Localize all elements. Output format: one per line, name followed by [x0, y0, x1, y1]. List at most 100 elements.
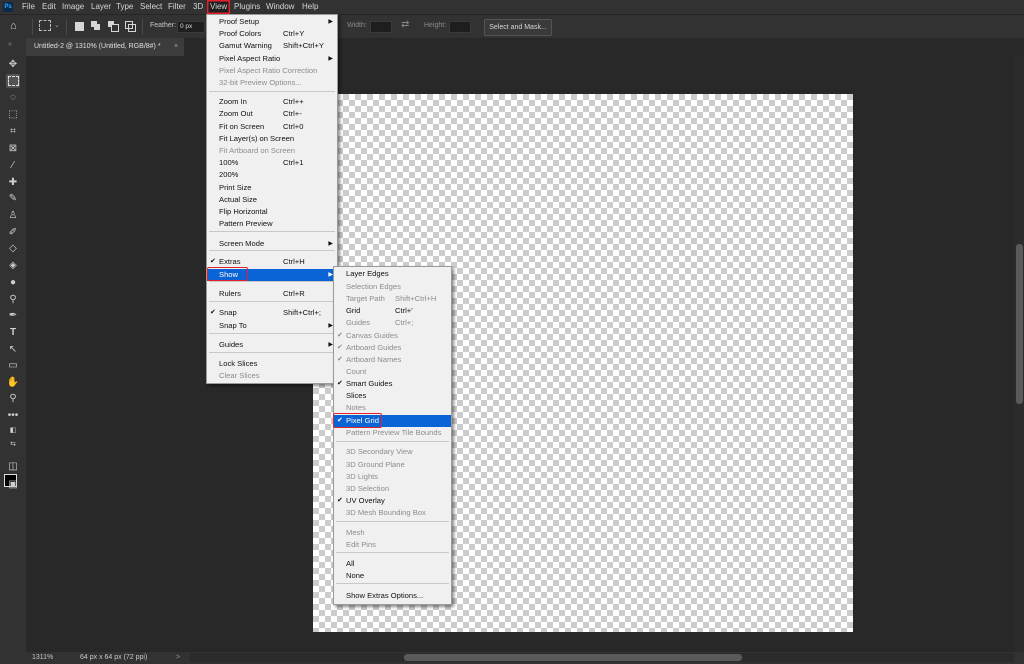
- menu-separator: [209, 250, 335, 251]
- menu-layer[interactable]: Layer: [91, 0, 111, 14]
- menu-separator: [336, 552, 449, 553]
- menu-item-label: 100%: [219, 158, 239, 167]
- menu-item-rulers[interactable]: Rulers Ctrl+R: [207, 288, 337, 300]
- brush-tool-icon[interactable]: ✎: [6, 192, 20, 206]
- object-selection-tool-icon[interactable]: ⬚: [6, 108, 20, 122]
- menu-item-flip-horizontal[interactable]: Flip Horizontal: [207, 206, 337, 218]
- menu-item-snap[interactable]: ✔ Snap Shift+Ctrl+;: [207, 307, 337, 319]
- menu-file[interactable]: File: [22, 0, 35, 14]
- menu-item-fit-layer-s-on-screen[interactable]: Fit Layer(s) on Screen: [207, 133, 337, 145]
- menu-item-none[interactable]: None: [334, 570, 451, 582]
- rectangle-tool-icon[interactable]: ▭: [6, 359, 20, 373]
- menu-item-fit-on-screen[interactable]: Fit on Screen Ctrl+0: [207, 121, 337, 133]
- menu-item-label: Fit Layer(s) on Screen: [219, 134, 295, 143]
- show-submenu: Layer Edges Selection Edges Target Path Shi…: [333, 266, 452, 605]
- menu-item-show-extras-options[interactable]: Show Extras Options...: [334, 590, 451, 602]
- height-input[interactable]: [449, 21, 471, 33]
- menu-item-proof-colors[interactable]: Proof Colors Ctrl+Y: [207, 28, 337, 40]
- paint-bucket-tool-icon[interactable]: ◈: [6, 259, 20, 273]
- menu-item-zoom-out[interactable]: Zoom Out Ctrl+-: [207, 108, 337, 120]
- more-tools-icon[interactable]: •••: [6, 409, 20, 423]
- subtract-selection-icon[interactable]: [108, 21, 119, 32]
- menu-type[interactable]: Type: [116, 0, 133, 14]
- clone-stamp-tool-icon[interactable]: ♙: [6, 209, 20, 223]
- vertical-scroll-thumb[interactable]: [1016, 244, 1023, 404]
- menu-plugins[interactable]: Plugins: [234, 0, 260, 14]
- menu-3d[interactable]: 3D: [193, 0, 203, 14]
- menu-item-layer-edges[interactable]: Layer Edges: [334, 268, 451, 280]
- crop-tool-icon[interactable]: ⌗: [6, 125, 20, 139]
- menu-item-pixel-aspect-ratio[interactable]: Pixel Aspect Ratio ▶: [207, 53, 337, 65]
- menu-filter[interactable]: Filter: [168, 0, 186, 14]
- menu-item-zoom-in[interactable]: Zoom In Ctrl++: [207, 96, 337, 108]
- menu-item-label: Snap To: [219, 321, 247, 330]
- new-selection-icon[interactable]: [75, 22, 84, 31]
- home-icon[interactable]: ⌂: [10, 20, 24, 33]
- menu-item-grid[interactable]: Grid Ctrl+': [334, 305, 451, 317]
- photoshop-logo-icon[interactable]: Ps: [3, 2, 13, 12]
- menu-item-print-size[interactable]: Print Size: [207, 182, 337, 194]
- rect-marquee-preset-icon[interactable]: [39, 20, 51, 31]
- intersect-selection-icon[interactable]: [125, 21, 136, 32]
- menu-item-label: Clear Slices: [219, 371, 260, 380]
- expand-panel-icon[interactable]: »: [3, 38, 17, 52]
- menu-item-uv-overlay[interactable]: ✔ UV Overlay: [334, 495, 451, 507]
- width-input[interactable]: [370, 21, 392, 33]
- lasso-tool-icon[interactable]: ◌: [6, 91, 20, 105]
- screen-mode-icon[interactable]: ▣: [6, 478, 20, 492]
- checkmark-icon: ✔: [337, 356, 343, 363]
- menu-edit[interactable]: Edit: [42, 0, 56, 14]
- menu-select[interactable]: Select: [140, 0, 162, 14]
- history-brush-tool-icon[interactable]: ✐: [6, 226, 20, 240]
- menu-item-slices[interactable]: Slices: [334, 390, 451, 402]
- rect-marquee-tool-icon[interactable]: [6, 74, 20, 88]
- menu-item-snap-to[interactable]: Snap To ▶: [207, 320, 337, 332]
- menu-item-100[interactable]: 100% Ctrl+1: [207, 157, 337, 169]
- close-tab-icon[interactable]: ×: [174, 38, 178, 56]
- menu-item-guides[interactable]: Guides ▶: [207, 339, 337, 351]
- frame-tool-icon[interactable]: ⊠: [6, 142, 20, 156]
- menu-item-shortcut: Ctrl+H: [283, 257, 305, 266]
- menu-item-label: Guides: [219, 340, 244, 349]
- move-tool-icon[interactable]: ✥: [6, 58, 20, 72]
- menu-item-gamut-warning[interactable]: Gamut Warning Shift+Ctrl+Y: [207, 40, 337, 52]
- swap-icon[interactable]: ⇄: [401, 19, 409, 30]
- menu-help[interactable]: Help: [302, 0, 318, 14]
- add-selection-icon[interactable]: [91, 21, 101, 31]
- menu-item-edit-pins: Edit Pins: [334, 539, 451, 551]
- menu-item-actual-size[interactable]: Actual Size: [207, 194, 337, 206]
- healing-brush-tool-icon[interactable]: ✚: [6, 176, 20, 190]
- hand-tool-icon[interactable]: ✋: [6, 376, 20, 390]
- menu-item-shortcut: Ctrl+-: [283, 109, 302, 118]
- pen-tool-icon[interactable]: ✒: [6, 309, 20, 323]
- menu-item-smart-guides[interactable]: ✔ Smart Guides: [334, 378, 451, 390]
- menu-item-screen-mode[interactable]: Screen Mode ▶: [207, 238, 337, 250]
- zoom-level[interactable]: 1311%: [32, 654, 53, 661]
- horizontal-scroll-thumb[interactable]: [404, 654, 742, 661]
- zoom-tool-icon[interactable]: ⚲: [6, 392, 20, 406]
- menu-separator: [336, 583, 449, 584]
- feather-input[interactable]: 0 px: [177, 21, 205, 33]
- path-selection-tool-icon[interactable]: ↖: [6, 343, 20, 357]
- menu-view[interactable]: View: [207, 0, 231, 14]
- menu-item-all[interactable]: All: [334, 558, 451, 570]
- menu-item-label: Print Size: [219, 183, 252, 192]
- default-colors-icon[interactable]: ◧ ⇆: [6, 424, 20, 448]
- quick-mask-icon[interactable]: ◫: [6, 460, 20, 474]
- menu-image[interactable]: Image: [62, 0, 84, 14]
- eyedropper-tool-icon[interactable]: ⁄: [6, 159, 20, 173]
- document-tab[interactable]: Untitled-2 @ 1310% (Untitled, RGB/8#) * …: [26, 38, 184, 56]
- menu-item-lock-slices[interactable]: Lock Slices: [207, 358, 337, 370]
- dodge-tool-icon[interactable]: ⚲: [6, 293, 20, 307]
- blur-tool-icon[interactable]: ●: [6, 276, 20, 290]
- eraser-tool-icon[interactable]: ◇: [6, 242, 20, 256]
- menu-item-200[interactable]: 200%: [207, 169, 337, 181]
- menu-item-proof-setup[interactable]: Proof Setup ▶: [207, 16, 337, 28]
- status-menu-arrow-icon[interactable]: >: [176, 654, 180, 661]
- select-and-mask-button[interactable]: Select and Mask...: [484, 19, 552, 36]
- menu-window[interactable]: Window: [266, 0, 294, 14]
- menu-item-pattern-preview[interactable]: Pattern Preview: [207, 218, 337, 230]
- menu-item-label: Guides: [346, 318, 371, 327]
- type-tool-icon[interactable]: T: [6, 326, 20, 340]
- chevron-down-icon[interactable]: ⌄: [54, 21, 60, 29]
